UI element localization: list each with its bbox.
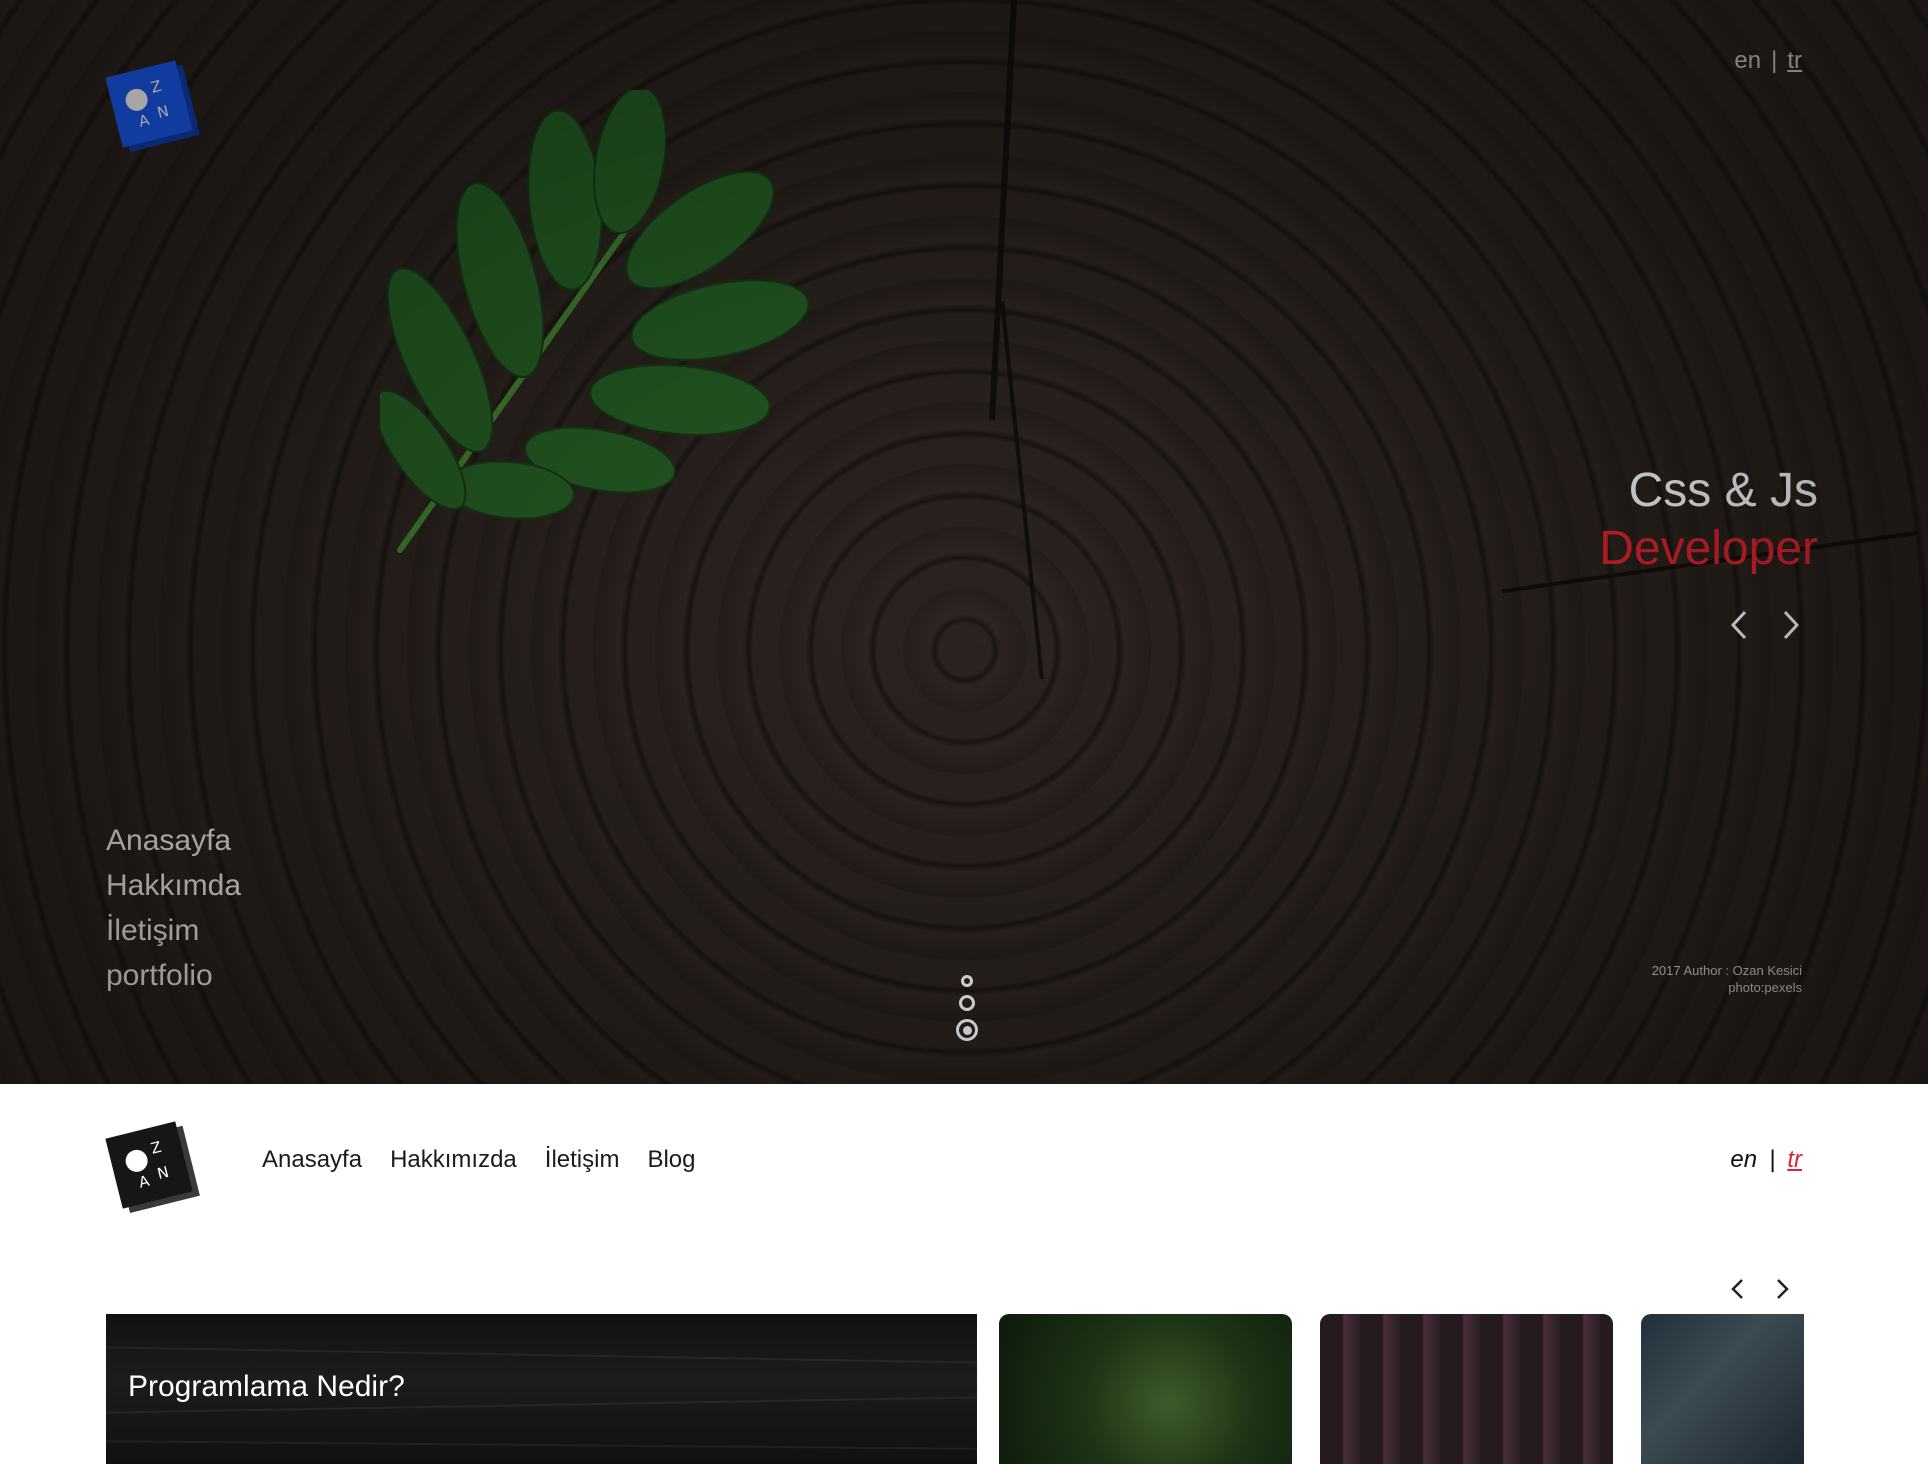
lang-separator: | (1769, 1146, 1776, 1173)
slide-dot-3-active[interactable] (956, 1019, 978, 1041)
blog-card-building[interactable] (1320, 1314, 1613, 1464)
lang-tr[interactable]: tr (1787, 1146, 1802, 1173)
hero-menu: Anasayfa Hakkımda İletişim portfolio (106, 818, 241, 998)
active-dot-fill (962, 1025, 972, 1035)
hero-arrows (1724, 610, 1806, 640)
wave-texture (106, 1346, 977, 1364)
slide-dot-2[interactable] (959, 995, 975, 1011)
card-slider-arrows (1722, 1274, 1798, 1304)
logo-letter: Z (149, 76, 164, 97)
nav-iletisim[interactable]: İletişim (545, 1146, 620, 1174)
lang-separator: | (1771, 47, 1778, 74)
leaf-image (380, 90, 810, 553)
headline-line-1: Css & Js (1628, 464, 1818, 517)
logo[interactable]: Z A N (105, 60, 193, 148)
hero-section: Z A N en | tr Css & Js Developer Anasayf… (0, 0, 1928, 1084)
logo-letter: A (136, 1171, 152, 1192)
credit-photo: photo:pexels (1728, 980, 1802, 995)
blog-card-featured[interactable]: Programlama Nedir? (106, 1314, 977, 1464)
chevron-left-icon[interactable] (1722, 1274, 1752, 1304)
wave-texture (106, 1440, 977, 1450)
hero-menu-portfolio[interactable]: portfolio (106, 953, 241, 998)
hero-headline: Css & Js Developer (1599, 462, 1818, 578)
logo-letter: A (136, 110, 152, 131)
headline-line-2: Developer (1599, 522, 1818, 575)
logo-letter: N (155, 101, 171, 122)
logo-letter: N (155, 1162, 171, 1183)
slide-dot-1[interactable] (961, 975, 973, 987)
hero-menu-iletisim[interactable]: İletişim (106, 908, 241, 953)
lang-en[interactable]: en (1734, 47, 1761, 74)
chevron-right-icon[interactable] (1768, 1274, 1798, 1304)
card-title: Programlama Nedir? (128, 1370, 405, 1403)
logo-letter: Z (149, 1137, 164, 1158)
chevron-right-icon[interactable] (1776, 610, 1806, 640)
wood-crack (989, 0, 1017, 420)
logo[interactable]: Z A N (105, 1121, 193, 1209)
hero-menu-anasayfa[interactable]: Anasayfa (106, 818, 241, 863)
logo-circle (123, 1147, 150, 1175)
wood-crack (1000, 300, 1044, 680)
chevron-left-icon[interactable] (1724, 610, 1754, 640)
main-nav: Anasayfa Hakkımızda İletişim Blog (262, 1146, 696, 1174)
logo-circle (123, 86, 150, 114)
hero-menu-hakkimda[interactable]: Hakkımda (106, 863, 241, 908)
photo-credit: 2017 Author : Ozan Kesici photo:pexels (1652, 962, 1802, 996)
language-switcher: en | tr (1734, 47, 1802, 75)
lang-en[interactable]: en (1730, 1146, 1757, 1173)
blog-card-plant[interactable] (999, 1314, 1292, 1464)
nav-blog[interactable]: Blog (647, 1146, 695, 1174)
blog-card-city[interactable] (1641, 1314, 1804, 1464)
language-switcher-nav: en | tr (1730, 1146, 1802, 1174)
nav-anasayfa[interactable]: Anasayfa (262, 1146, 362, 1174)
nav-hakkimizda[interactable]: Hakkımızda (390, 1146, 517, 1174)
credit-author: 2017 Author : Ozan Kesici (1651, 963, 1802, 978)
lang-tr[interactable]: tr (1787, 47, 1802, 74)
slide-indicators (956, 975, 978, 1041)
